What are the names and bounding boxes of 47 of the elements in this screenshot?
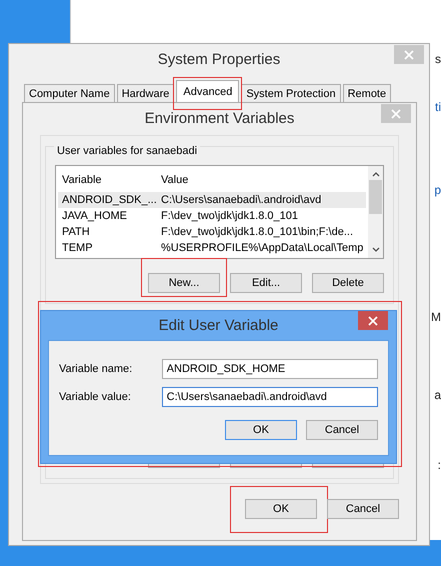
input-field[interactable]: ANDROID_SDK_HOME bbox=[162, 359, 378, 379]
cut-off-text: ti bbox=[435, 100, 441, 114]
scrollbar[interactable] bbox=[368, 166, 383, 258]
tab[interactable]: Hardware bbox=[116, 84, 174, 102]
column-header[interactable]: Value bbox=[157, 174, 188, 186]
input-field[interactable]: C:\Users\sanaebadi\.android\avd bbox=[162, 387, 378, 407]
column-header[interactable]: Variable bbox=[58, 174, 157, 186]
button[interactable]: Cancel bbox=[306, 420, 378, 440]
cut-off-text: s bbox=[435, 52, 441, 66]
field-label: Variable value: bbox=[59, 391, 132, 403]
cut-off-text: : bbox=[438, 458, 441, 472]
value-cell-text: F:\dev_two\jdk\jdk1.8.0_101 bbox=[160, 210, 298, 222]
scroll-down-icon[interactable] bbox=[372, 247, 380, 253]
button[interactable]: OK bbox=[225, 420, 297, 440]
list-row[interactable]: PATH F:\dev_two\jdk\jdk1.8.0_101\bin;F:\de... bbox=[58, 224, 366, 240]
variable-cell-text: PATH bbox=[61, 226, 91, 238]
value-cell-text: %USERPROFILE%\AppData\Local\Temp bbox=[160, 242, 364, 254]
tab[interactable]: System Protection bbox=[241, 84, 341, 102]
button[interactable]: Cancel bbox=[327, 499, 399, 519]
button[interactable]: New... bbox=[148, 273, 220, 293]
close-icon bbox=[391, 108, 401, 118]
close-icon bbox=[404, 50, 414, 60]
tab[interactable]: Remote bbox=[342, 84, 392, 102]
window-title: System Properties bbox=[158, 50, 280, 68]
field-label: Variable name: bbox=[59, 363, 134, 375]
button[interactable]: Edit... bbox=[230, 273, 302, 293]
list-row[interactable]: ANDROID_SDK_... C:\Users\sanaebadi\.android\avd bbox=[58, 192, 366, 208]
list-row[interactable]: TEMP %USERPROFILE%\AppData\Local\Temp bbox=[58, 240, 366, 256]
window-title: Environment Variables bbox=[144, 110, 294, 127]
group-title: User variables for sanaebadi bbox=[54, 145, 200, 157]
tab[interactable]: Computer Name bbox=[24, 84, 115, 102]
scroll-up-icon[interactable] bbox=[372, 171, 380, 177]
close-button[interactable] bbox=[358, 311, 388, 330]
cut-off-text: p bbox=[434, 183, 441, 197]
cut-off-text: a bbox=[434, 388, 441, 402]
variable-cell-text: TEMP bbox=[61, 242, 94, 254]
cut-off-text: M bbox=[431, 310, 441, 324]
variable-cell-text: ANDROID_SDK_... bbox=[61, 194, 157, 206]
variable-cell-text: JAVA_HOME bbox=[61, 210, 128, 222]
value-cell-text: F:\dev_two\jdk\jdk1.8.0_101\bin;F:\de... bbox=[160, 226, 354, 238]
button[interactable]: Delete bbox=[312, 273, 384, 293]
value-cell-text: C:\Users\sanaebadi\.android\avd bbox=[160, 194, 322, 206]
window-title: Edit User Variable bbox=[158, 316, 278, 334]
list-row[interactable]: JAVA_HOME F:\dev_two\jdk\jdk1.8.0_101 bbox=[58, 208, 366, 224]
close-icon bbox=[368, 316, 378, 326]
button[interactable]: OK bbox=[245, 499, 317, 519]
tab[interactable]: Advanced bbox=[176, 80, 240, 102]
